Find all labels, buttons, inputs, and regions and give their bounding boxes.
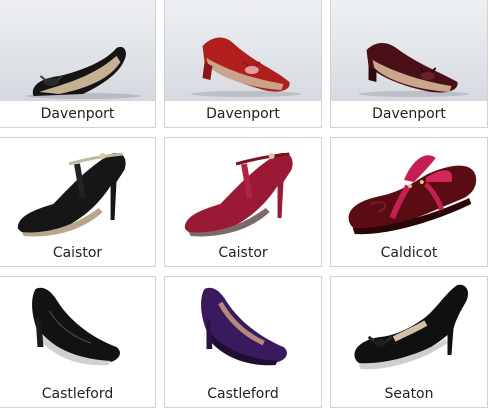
product-image-seaton[interactable] [331,277,487,382]
product-name[interactable]: Seaton [331,381,487,407]
product-card-caistor-red[interactable]: Caistor [164,137,322,267]
product-image-castleford-purple[interactable] [165,277,321,382]
product-image-caldicot[interactable] [331,138,487,241]
product-name[interactable]: Davenport [165,101,321,127]
product-grid: Davenport Davenport Davenport Caistor Ca… [0,0,489,409]
product-name[interactable]: Castleford [165,381,321,407]
product-card-seaton[interactable]: Seaton [330,276,488,408]
product-name[interactable]: Caistor [165,240,321,266]
product-image-davenport-burgundy[interactable] [331,0,487,102]
product-card-caistor-black[interactable]: Caistor [0,137,156,267]
product-image-davenport-black[interactable] [0,0,155,102]
product-name[interactable]: Davenport [331,101,487,127]
product-name[interactable]: Davenport [0,101,155,127]
product-card-castleford-black[interactable]: Castleford [0,276,156,408]
product-image-caistor-black[interactable] [0,138,155,241]
product-image-davenport-red[interactable] [165,0,321,102]
product-card-davenport-burgundy[interactable]: Davenport [330,0,488,128]
product-card-davenport-red[interactable]: Davenport [164,0,322,128]
product-image-caistor-red[interactable] [165,138,321,241]
product-card-davenport-black[interactable]: Davenport [0,0,156,128]
product-card-castleford-purple[interactable]: Castleford [164,276,322,408]
product-name[interactable]: Caldicot [331,240,487,266]
product-image-castleford-black[interactable] [0,277,155,382]
product-name[interactable]: Castleford [0,381,155,407]
product-card-caldicot[interactable]: Caldicot [330,137,488,267]
product-name[interactable]: Caistor [0,240,155,266]
